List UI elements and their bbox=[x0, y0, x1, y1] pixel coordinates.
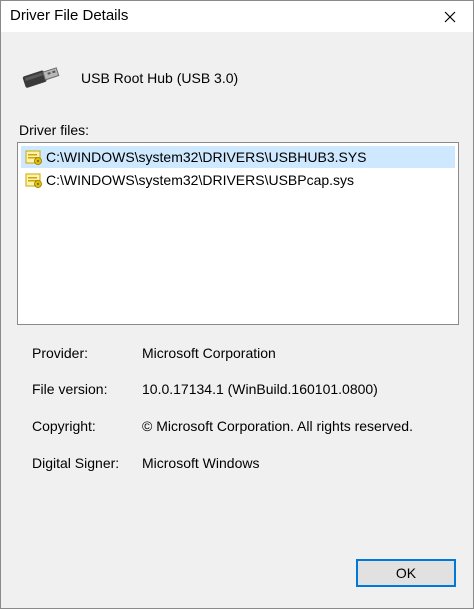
ok-button[interactable]: OK bbox=[356, 559, 456, 587]
copyright-value: © Microsoft Corporation. All rights rese… bbox=[142, 418, 413, 434]
file-version-label: File version: bbox=[32, 381, 108, 397]
driver-files-list[interactable]: C:\WINDOWS\system32\DRIVERS\USBHUB3.SYS … bbox=[17, 142, 459, 325]
digital-signer-label: Digital Signer: bbox=[32, 455, 120, 471]
provider-label: Provider: bbox=[32, 345, 89, 361]
file-version-value: 10.0.17134.1 (WinBuild.160101.0800) bbox=[142, 381, 378, 397]
system-file-icon bbox=[25, 173, 42, 188]
close-icon bbox=[444, 11, 456, 22]
device-name: USB Root Hub (USB 3.0) bbox=[81, 70, 239, 86]
file-path: C:\WINDOWS\system32\DRIVERS\USBPcap.sys bbox=[46, 172, 355, 188]
usb-plug-icon bbox=[22, 67, 60, 88]
list-item[interactable]: C:\WINDOWS\system32\DRIVERS\USBHUB3.SYS bbox=[21, 146, 455, 168]
close-button[interactable] bbox=[427, 1, 473, 32]
driver-files-label: Driver files: bbox=[19, 122, 90, 138]
provider-value: Microsoft Corporation bbox=[142, 345, 276, 361]
list-item[interactable]: C:\WINDOWS\system32\DRIVERS\USBPcap.sys bbox=[21, 169, 455, 191]
file-path: C:\WINDOWS\system32\DRIVERS\USBHUB3.SYS bbox=[46, 149, 367, 165]
digital-signer-value: Microsoft Windows bbox=[142, 455, 260, 471]
copyright-label: Copyright: bbox=[32, 418, 96, 434]
system-file-icon bbox=[25, 150, 42, 165]
title-bar[interactable]: Driver File Details bbox=[1, 1, 473, 32]
driver-file-details-dialog: Driver File Details USB Root Hub (USB 3.… bbox=[0, 0, 474, 609]
window-title: Driver File Details bbox=[10, 7, 129, 24]
